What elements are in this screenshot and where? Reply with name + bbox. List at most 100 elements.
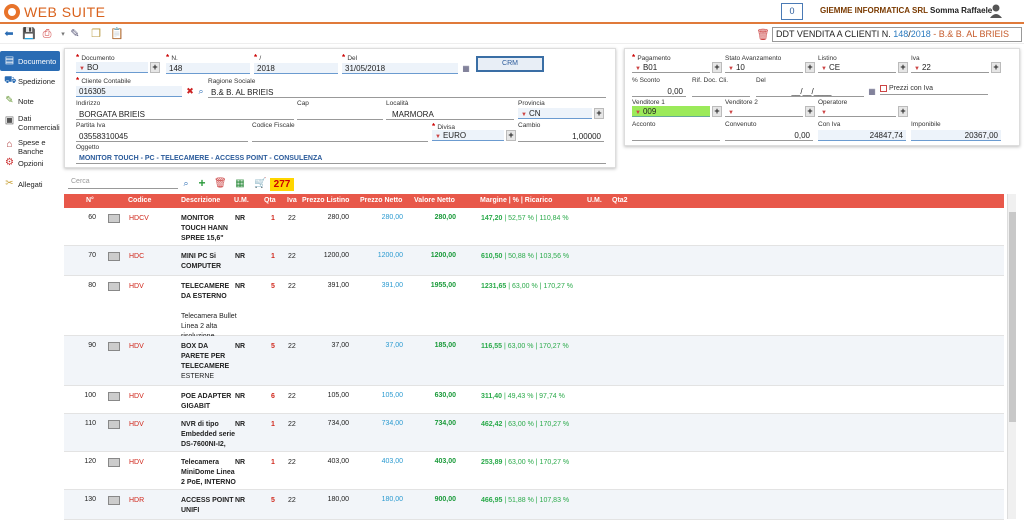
back-arrow-icon[interactable]: ⬅ bbox=[3, 28, 15, 41]
operatore-field[interactable]: ▼ bbox=[818, 106, 896, 117]
col-descrizione[interactable]: Descrizione bbox=[181, 197, 220, 204]
cambio-field[interactable]: 1,00000 bbox=[518, 131, 604, 142]
row-codice[interactable]: HDC bbox=[129, 252, 144, 262]
rif-field[interactable] bbox=[692, 86, 750, 97]
convenuto-field[interactable]: 0,00 bbox=[725, 130, 813, 141]
table-row[interactable]: 90 HDV BOX DA PARETE PER TELECAMERE ESTERNE… bbox=[64, 336, 1004, 386]
col-iva[interactable]: Iva bbox=[287, 197, 297, 204]
sidebar-item-opzioni[interactable]: ⚙ Opzioni bbox=[0, 153, 60, 173]
row-codice[interactable]: HDV bbox=[129, 420, 144, 430]
row-qta[interactable]: 5 bbox=[271, 342, 275, 352]
col-um2[interactable]: U.M. bbox=[587, 197, 602, 204]
add-row-icon[interactable]: + bbox=[196, 177, 208, 190]
row-prezzo-netto[interactable]: 105,00 bbox=[358, 392, 403, 399]
row-descrizione[interactable]: BOX DA PARETE PER TELECAMERE bbox=[181, 342, 236, 372]
row-descrizione[interactable]: MINI PC Si COMPUTER bbox=[181, 252, 236, 272]
row-prezzo-netto[interactable]: 280,00 bbox=[358, 214, 403, 221]
row-descrizione[interactable]: Telecamera MiniDome Linea 2 PoE, INTERNO bbox=[181, 458, 236, 488]
col-um[interactable]: U.M. bbox=[234, 197, 249, 204]
col-prezzo-listino[interactable]: Prezzo Listino bbox=[302, 197, 349, 204]
cart-icon[interactable]: 🛒 bbox=[254, 177, 266, 190]
row-prezzo-netto[interactable]: 403,00 bbox=[358, 458, 403, 465]
row-prezzo-netto[interactable]: 1200,00 bbox=[358, 252, 403, 259]
row-prezzo-netto[interactable]: 180,00 bbox=[358, 496, 403, 503]
row-prezzo-netto[interactable]: 37,00 bbox=[358, 342, 403, 349]
col-qta2[interactable]: Qta2 bbox=[612, 197, 628, 204]
cf-field[interactable] bbox=[252, 131, 428, 142]
sidebar-item-documento[interactable]: ▤ Documento bbox=[0, 51, 60, 71]
save-icon[interactable]: 💾 bbox=[22, 28, 36, 41]
localita-field[interactable]: MARMORA bbox=[386, 109, 514, 120]
row-codice[interactable]: HDCV bbox=[129, 214, 149, 224]
row-codice[interactable]: HDV bbox=[129, 282, 144, 292]
oggetto-field[interactable]: MONITOR TOUCH - PC - TELECAMERE - ACCESS… bbox=[76, 153, 606, 164]
sidebar-item-dati-commerciali[interactable]: ▣ Dati Commerciali bbox=[0, 111, 60, 135]
table-row[interactable]: 100 HDV POE ADAPTER GIGABIT NR 6 22 105,00 105,… bbox=[64, 386, 1004, 414]
row-descrizione[interactable]: TELECAMERE DA ESTERNO bbox=[181, 282, 236, 302]
venditore2-add-button[interactable]: + bbox=[805, 106, 815, 117]
ragione-field[interactable]: B.& B. AL BRIEIS bbox=[208, 87, 606, 98]
delete-row-icon[interactable]: 🗑 bbox=[214, 177, 227, 190]
n-field[interactable]: 148 bbox=[166, 63, 250, 74]
row-descrizione[interactable]: ACCESS POINT UNIFI bbox=[181, 496, 236, 516]
prezzi-iva-checkbox[interactable] bbox=[880, 85, 887, 92]
iva-add-button[interactable]: + bbox=[991, 62, 1001, 73]
del-date-field[interactable]: 31/05/2018 bbox=[342, 63, 458, 74]
paste-icon[interactable]: 📋 bbox=[110, 28, 124, 41]
search-icon[interactable]: ⌕ bbox=[195, 86, 207, 96]
search-input[interactable]: Cerca bbox=[68, 178, 178, 189]
documento-add-button[interactable]: + bbox=[150, 62, 160, 73]
documento-field[interactable]: ▼ BO bbox=[76, 62, 148, 73]
calendar-icon[interactable]: ▦ bbox=[866, 85, 878, 98]
cap-field[interactable] bbox=[297, 109, 383, 120]
col-valore-netto[interactable]: Valore Netto bbox=[414, 197, 455, 204]
row-codice[interactable]: HDR bbox=[129, 496, 144, 506]
venditore1-field[interactable]: ▼ 009 bbox=[632, 106, 710, 117]
row-qta[interactable]: 1 bbox=[271, 420, 275, 430]
calendar-icon[interactable]: ▦ bbox=[460, 62, 472, 75]
user-avatar-icon[interactable] bbox=[990, 4, 1002, 18]
row-codice[interactable]: HDV bbox=[129, 342, 144, 352]
row-codice[interactable]: HDV bbox=[129, 458, 144, 468]
copy-icon[interactable]: ❐ bbox=[90, 28, 102, 41]
listino-field[interactable]: ▼ CE bbox=[818, 62, 896, 73]
operatore-add-button[interactable]: + bbox=[898, 106, 908, 117]
divisa-field[interactable]: ▼ EURO bbox=[432, 130, 504, 141]
sidebar-item-spedizione[interactable]: ⛟ Spedizione bbox=[0, 71, 60, 91]
row-qta[interactable]: 1 bbox=[271, 458, 275, 468]
pagamento-add-button[interactable]: + bbox=[712, 62, 722, 73]
user-name[interactable]: Somma Raffaele bbox=[930, 6, 992, 15]
listino-add-button[interactable]: + bbox=[898, 62, 908, 73]
pagamento-field[interactable]: ▼ B01 bbox=[632, 62, 710, 73]
table-row[interactable]: 110 HDV NVR di tipo Embedded serie DS-7600… bbox=[64, 414, 1004, 452]
row-qta[interactable]: 1 bbox=[271, 214, 275, 224]
divisa-add-button[interactable]: + bbox=[506, 130, 516, 141]
col-prezzo-netto[interactable]: Prezzo Netto bbox=[360, 197, 402, 204]
delete-doc-icon[interactable]: 🗑 bbox=[756, 28, 770, 41]
rif-del-field[interactable]: __/__/____ bbox=[756, 86, 864, 97]
cliente-field[interactable]: 016305 bbox=[76, 86, 182, 97]
table-row[interactable]: 60 HDCV MONITOR TOUCH HANN SPREE 15,6" NR 1 2… bbox=[64, 208, 1004, 246]
sidebar-item-note[interactable]: ✎ Note bbox=[0, 91, 60, 111]
excel-icon[interactable]: ▦ bbox=[234, 177, 246, 190]
col-margine[interactable]: Margine | % | Ricarico bbox=[480, 197, 552, 204]
chevron-down-icon[interactable]: ▾ bbox=[57, 28, 69, 41]
col-codice[interactable]: Codice bbox=[128, 197, 151, 204]
row-prezzo-netto[interactable]: 734,00 bbox=[358, 420, 403, 427]
pdf-icon[interactable]: ⎙ bbox=[41, 28, 53, 41]
provincia-field[interactable]: ▼ CN bbox=[518, 108, 592, 119]
notification-count[interactable]: 0 bbox=[781, 3, 803, 20]
table-row[interactable]: 80 HDV TELECAMERE DA ESTERNO Telecamera Bul… bbox=[64, 276, 1004, 340]
row-descrizione[interactable]: NVR di tipo Embedded serie DS-7600NI-I2, bbox=[181, 420, 236, 450]
stato-add-button[interactable]: + bbox=[805, 62, 815, 73]
col-qta[interactable]: Qta bbox=[264, 197, 276, 204]
company-name[interactable]: GIEMME INFORMATICA SRL bbox=[820, 6, 928, 15]
row-descrizione[interactable]: POE ADAPTER GIGABIT bbox=[181, 392, 236, 412]
anno-field[interactable]: 2018 bbox=[254, 63, 338, 74]
broom-icon[interactable]: ✎ bbox=[69, 28, 81, 41]
col-n[interactable]: N° bbox=[86, 197, 94, 204]
venditore1-add-button[interactable]: + bbox=[712, 106, 722, 117]
row-qta[interactable]: 5 bbox=[271, 496, 275, 506]
venditore2-field[interactable]: ▼ bbox=[725, 106, 803, 117]
provincia-add-button[interactable]: + bbox=[594, 108, 604, 119]
